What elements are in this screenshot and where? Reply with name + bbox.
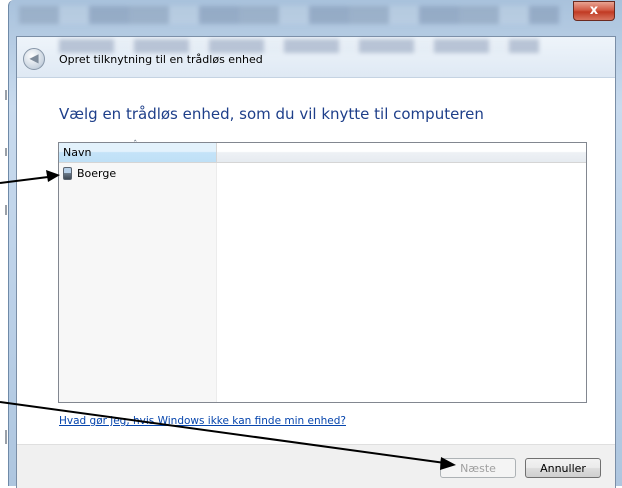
column-header-empty xyxy=(217,143,586,162)
next-button[interactable]: Næste xyxy=(440,458,516,478)
help-link[interactable]: Hvad gør jeg, hvis Windows ikke kan find… xyxy=(59,415,346,427)
sort-ascending-icon: ˆ xyxy=(133,140,138,150)
cancel-button[interactable]: Annuller xyxy=(525,458,601,478)
edge-mark xyxy=(5,205,7,215)
wizard-client-area: ◀ Opret tilknytning til en trådløs enhed… xyxy=(16,36,616,488)
device-list[interactable]: Navn ˆ Boerge xyxy=(58,140,587,403)
close-button[interactable]: x xyxy=(573,1,615,21)
back-arrow-icon: ◀ xyxy=(29,51,39,65)
list-item[interactable]: Boerge xyxy=(63,165,116,181)
back-button[interactable]: ◀ xyxy=(23,48,45,70)
blurred-titlebar xyxy=(19,6,559,24)
column-header-label: Navn xyxy=(63,146,92,159)
list-item-label: Boerge xyxy=(77,166,117,180)
left-edge-strip xyxy=(0,0,8,486)
column-header-navn[interactable]: Navn ˆ xyxy=(59,140,217,162)
close-icon: x xyxy=(589,3,599,18)
name-column-body xyxy=(59,163,217,402)
wizard-footer: Næste Annuller xyxy=(17,444,615,488)
edge-mark xyxy=(5,430,7,444)
mobile-phone-icon xyxy=(63,166,72,180)
edge-mark xyxy=(5,90,7,100)
edge-mark xyxy=(5,148,7,156)
wizard-title: Opret tilknytning til en trådløs enhed xyxy=(59,53,263,66)
instruction-heading: Vælg en trådløs enhed, som du vil knytte… xyxy=(59,105,484,123)
wizard-header: ◀ Opret tilknytning til en trådløs enhed xyxy=(17,37,615,78)
list-column-header: Navn ˆ xyxy=(59,140,586,163)
blurred-breadcrumb xyxy=(59,39,539,53)
